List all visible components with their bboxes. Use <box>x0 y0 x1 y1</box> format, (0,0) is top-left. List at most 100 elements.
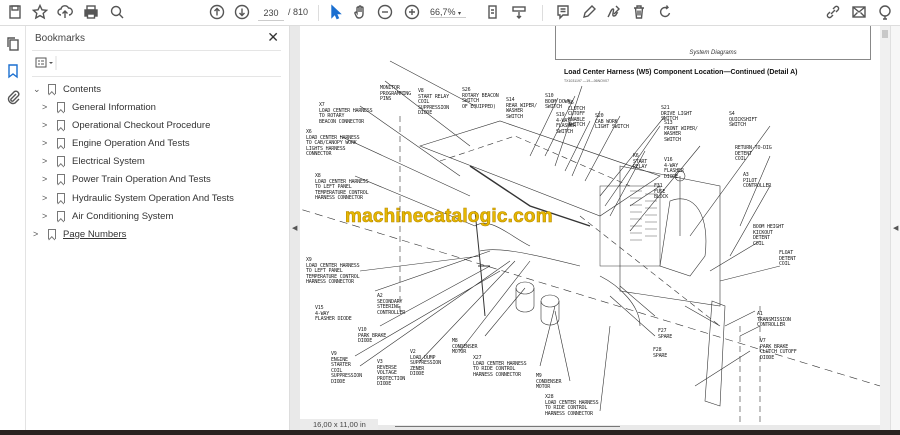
save-icon[interactable] <box>6 4 24 22</box>
diagram-label: X6 LOAD CENTER HARNESS TO CAB/CANOPY WOR… <box>306 129 360 158</box>
bookmark-panel-icon[interactable] <box>4 63 22 81</box>
diagram-label: A2 SECONDARY STEERING CONTROLLER <box>377 293 406 316</box>
list-options-icon <box>35 56 57 70</box>
zoom-in-icon[interactable] <box>403 4 421 22</box>
page-total: / 810 <box>288 7 309 17</box>
scrollbar-thumb[interactable] <box>882 30 888 38</box>
chevron-right-icon[interactable]: > <box>42 102 52 112</box>
attachment-icon[interactable] <box>4 89 22 107</box>
diagram-label: X9 LOAD CENTER HARNESS TO LEFT PANEL TEM… <box>306 257 360 286</box>
diagram-label: V10 PARK BRAKE DIODE <box>358 327 387 345</box>
bookmark-options-button[interactable] <box>35 56 59 70</box>
close-panel-button[interactable]: ✕ <box>267 29 279 46</box>
page-size-label: 16,00 x 11,00 in <box>300 419 378 430</box>
bookmark-icon <box>57 138 65 148</box>
bookmark-icon <box>57 193 65 203</box>
pen-icon[interactable] <box>580 4 598 22</box>
bookmark-contents[interactable]: ⌄ Contents <box>33 81 101 97</box>
scroll-mode-icon[interactable] <box>510 4 528 22</box>
watermark: machinecatalogic.com <box>345 206 553 228</box>
divider <box>542 5 543 21</box>
bookmark-label: Electrical System <box>72 155 145 167</box>
chevron-right-icon[interactable]: > <box>42 156 52 166</box>
vertical-scrollbar[interactable] <box>880 26 890 430</box>
bookmark-label: Power Train Operation And Tests <box>72 173 211 185</box>
bookmark-label: Hydraulic System Operation And Tests <box>72 192 234 204</box>
chevron-right-icon[interactable]: > <box>42 120 52 130</box>
mail-icon[interactable] <box>850 4 868 22</box>
bookmark-icon <box>57 174 65 184</box>
document-viewport[interactable]: ◀ System Diagrams Load Center Harness (W… <box>290 26 890 430</box>
diagram-label: S19 4-WAY FLASHER SWITCH <box>556 112 576 135</box>
bookmark-icon <box>48 84 56 94</box>
diagram-label: M9 CONDENSER MOTOR <box>536 373 562 391</box>
horizontal-scrollbar[interactable] <box>395 426 620 427</box>
page-up-icon[interactable] <box>208 4 226 22</box>
fit-page-icon[interactable] <box>484 4 502 22</box>
pdf-page: System Diagrams Load Center Harness (W5)… <box>300 26 880 425</box>
chevron-right-icon[interactable]: > <box>42 193 52 203</box>
page-number-input[interactable] <box>258 5 284 21</box>
bookmark-label: General Information <box>72 101 156 113</box>
diagram-label: BOOM HEIGHT KICKOUT DETENT COIL <box>753 224 784 247</box>
bookmark-label: Contents <box>63 83 102 95</box>
bookmark-icon <box>57 102 65 112</box>
bookmark-electrical-system[interactable]: > Electrical System <box>42 153 145 169</box>
diagram-label: A1 TRANSMISSION CONTROLLER <box>757 311 791 329</box>
chevron-right-icon[interactable]: > <box>42 138 52 148</box>
bookmark-label: Page Numbers <box>63 228 127 240</box>
diagram-label: F28 SPARE <box>653 347 668 359</box>
bookmark-hydraulic-system[interactable]: > Hydraulic System Operation And Tests <box>42 190 234 206</box>
delete-icon[interactable] <box>630 4 648 22</box>
pages-thumbnail-icon[interactable] <box>4 36 22 54</box>
account-icon[interactable] <box>876 4 894 22</box>
taskbar-edge <box>0 430 900 435</box>
diagram-label: X27 LOAD CENTER HARNESS TO RIDE CONTROL … <box>473 355 527 378</box>
diagram-label: V2 LOAD DUMP SUPPRESSION ZENER DIODE <box>410 349 441 378</box>
diagram-label: F27 SPARE <box>658 328 673 340</box>
diagram-label: FLOAT DETENT COIL <box>779 250 796 268</box>
diagram-label: MONITOR PROGRAMMING PINS <box>380 85 411 103</box>
diagram-label: F31 FUSE BLOCK <box>654 183 669 201</box>
bookmarks-panel: Bookmarks ✕ ⌄ Contents > General Informati… <box>26 26 290 430</box>
zoom-out-icon[interactable] <box>376 4 394 22</box>
comment-icon[interactable] <box>554 4 572 22</box>
chevron-right-icon[interactable]: > <box>42 211 52 221</box>
bookmark-icon <box>48 229 56 239</box>
select-cursor-icon[interactable] <box>326 4 344 22</box>
rotate-icon[interactable] <box>656 4 674 22</box>
diagram-label: S4 QUICKSHIFT SWITCH <box>729 111 758 129</box>
hand-icon[interactable] <box>351 4 369 22</box>
chevron-right-icon[interactable]: > <box>33 229 43 239</box>
diagram-label: RETURN-TO-DIG DETENT COIL <box>735 145 772 163</box>
page-down-icon[interactable] <box>233 4 251 22</box>
diagram-label: V3 REVERSE VOLTAGE PROTECTION DIODE <box>377 359 406 388</box>
bookmark-page-numbers[interactable]: > Page Numbers <box>33 226 126 242</box>
chevron-down-icon[interactable]: ⌄ <box>33 84 43 95</box>
search-icon[interactable] <box>108 4 126 22</box>
expand-right-pane-handle[interactable]: ◀ <box>893 224 898 232</box>
bookmark-general-information[interactable]: > General Information <box>42 99 156 115</box>
diagram-label: A3 PILOT CONTROLLER <box>743 172 772 190</box>
print-icon[interactable] <box>82 4 100 22</box>
chevron-right-icon[interactable]: > <box>42 174 52 184</box>
collapse-panel-handle[interactable]: ◀ <box>292 224 297 232</box>
diagram-label: X8 LOAD CENTER HARNESS TO LEFT PANEL TEM… <box>315 173 369 202</box>
diagram-label: V9 ENGINE STARTER COIL SUPPRESSION DIODE <box>331 351 362 385</box>
zoom-value: 66,7% <box>430 7 456 17</box>
bookmark-air-conditioning[interactable]: > Air Conditioning System <box>42 208 173 224</box>
upload-icon[interactable] <box>56 4 74 22</box>
bookmark-power-train[interactable]: > Power Train Operation And Tests <box>42 171 211 187</box>
diagram-label: X7 LOAD CENTER HARNESS TO ROTARY BEACON … <box>319 102 373 125</box>
bookmark-engine-operation[interactable]: > Engine Operation And Tests <box>42 135 190 151</box>
diagram-label: V16 4-WAY FLASHER DIODE <box>664 157 684 180</box>
zoom-level-dropdown[interactable]: 66,7% ▾ <box>430 7 466 18</box>
sign-icon[interactable] <box>605 4 623 22</box>
share-link-icon[interactable] <box>824 4 842 22</box>
bookmark-icon <box>57 156 65 166</box>
bookmark-label: Engine Operation And Tests <box>72 137 190 149</box>
panel-title: Bookmarks <box>35 33 86 44</box>
diagram-label: X28 LOAD CENTER HARNESS TO RIDE CONTROL … <box>545 394 599 417</box>
bookmark-operational-checkout[interactable]: > Operational Checkout Procedure <box>42 117 210 133</box>
star-icon[interactable] <box>31 3 49 22</box>
